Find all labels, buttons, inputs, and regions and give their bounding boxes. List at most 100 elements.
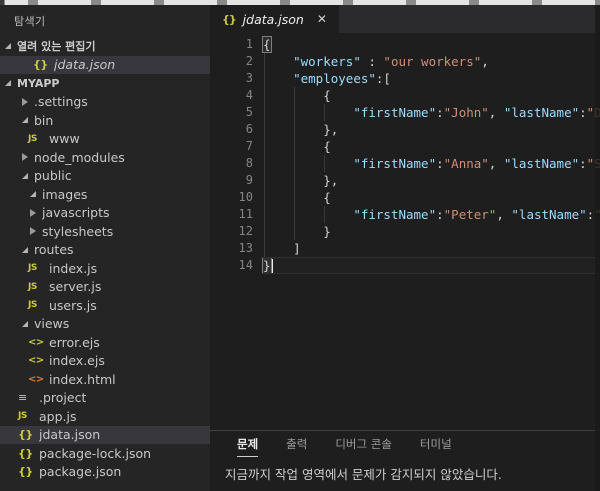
item-label: users.js: [49, 298, 97, 313]
code-token: [263, 241, 293, 256]
sidebar-item-server-js[interactable]: JSserver.js: [0, 278, 210, 297]
tab-jdata-json[interactable]: {} jdata.json ✕: [210, 5, 339, 33]
line-number[interactable]: 10: [210, 189, 263, 206]
line-number[interactable]: 11: [210, 206, 263, 223]
sidebar-folder-bin[interactable]: bin: [0, 111, 210, 130]
code-token: ,: [489, 105, 504, 120]
code-line-1[interactable]: 1{: [210, 36, 600, 53]
code-line-5[interactable]: 5 "firstName":"John", "lastName":"Doe": [210, 104, 600, 121]
sidebar-item-jdata-json[interactable]: {}jdata.json: [0, 426, 210, 445]
chevron-collapsed-icon[interactable]: [30, 227, 36, 235]
code-editor[interactable]: 1{2 "workers" : "our workers",3 "employe…: [210, 33, 600, 430]
code-line-13[interactable]: 13 ]: [210, 240, 600, 257]
item-label: www: [49, 131, 80, 146]
code-line-10[interactable]: 10 {: [210, 189, 600, 206]
sidebar-item-index-js[interactable]: JSindex.js: [0, 259, 210, 278]
line-number[interactable]: 8: [210, 155, 263, 172]
chevron-expanded-icon[interactable]: [22, 321, 28, 327]
code-token: }: [323, 224, 331, 239]
line-number[interactable]: 3: [210, 70, 263, 87]
sidebar-section-open-editors[interactable]: 열려 있는 편집기: [0, 37, 210, 56]
code-token: ,: [489, 156, 504, 171]
item-label: app.js: [39, 409, 77, 424]
item-label: index.html: [49, 372, 116, 387]
chevron-expanded-icon[interactable]: [22, 173, 28, 179]
ejs-file-icon: <>: [28, 355, 45, 366]
panel-tab-debug-console[interactable]: 디버그 콘솔: [335, 436, 392, 452]
code-line-2[interactable]: 2 "workers" : "our workers",: [210, 53, 600, 70]
chevron-collapsed-icon[interactable]: [22, 98, 28, 106]
sidebar-folder-public[interactable]: public: [0, 167, 210, 186]
sidebar-folder-images[interactable]: images: [0, 185, 210, 204]
sidebar-item-package-lock-json[interactable]: {}package-lock.json: [0, 444, 210, 463]
line-number[interactable]: 6: [210, 121, 263, 138]
js-file-icon: JS: [28, 282, 45, 292]
panel-tab-terminal[interactable]: 터미널: [420, 436, 452, 452]
problems-status-message: 지금까지 작업 영역에서 문제가 감지되지 않았습니다.: [210, 464, 600, 483]
code-token: ,: [481, 54, 489, 69]
sidebar-folder-views[interactable]: views: [0, 315, 210, 334]
sidebar-item-index-ejs[interactable]: <>index.ejs: [0, 352, 210, 371]
line-number[interactable]: 14: [210, 257, 263, 274]
close-icon[interactable]: ✕: [317, 12, 327, 26]
code-line-6[interactable]: 6 },: [210, 121, 600, 138]
sidebar-folder-routes[interactable]: routes: [0, 241, 210, 260]
sidebar-folder-settings[interactable]: .settings: [0, 93, 210, 112]
sidebar-folder-node-modules[interactable]: node_modules: [0, 148, 210, 167]
code-line-14[interactable]: 14}: [210, 257, 600, 274]
line-number[interactable]: 1: [210, 36, 263, 53]
code-token: :: [579, 105, 587, 120]
project-file-icon: ≡: [18, 391, 35, 404]
code-token: [263, 207, 353, 222]
code-token: "workers": [293, 54, 361, 69]
panel-tab-output[interactable]: 출력: [286, 436, 307, 452]
code-line-8[interactable]: 8 "firstName":"Anna", "lastName":"Smith": [210, 155, 600, 172]
line-text: },: [263, 172, 338, 189]
code-token: "employees": [293, 71, 376, 86]
code-line-3[interactable]: 3 "employees":[: [210, 70, 600, 87]
sidebar-item-users-js[interactable]: JSusers.js: [0, 296, 210, 315]
code-token: :: [436, 156, 444, 171]
line-text: "firstName":"Anna", "lastName":"Smith": [263, 155, 600, 172]
json-file-icon: {}: [18, 465, 35, 478]
code-token: :: [436, 105, 444, 120]
panel-tab-problems[interactable]: 문제: [237, 436, 258, 452]
line-number[interactable]: 7: [210, 138, 263, 155]
sidebar-item-app-js[interactable]: JSapp.js: [0, 407, 210, 426]
sidebar-item-package-json[interactable]: {}package.json: [0, 463, 210, 482]
chevron-collapsed-icon[interactable]: [22, 153, 28, 161]
chevron-expanded-icon[interactable]: [22, 117, 28, 123]
sidebar-item-error-ejs[interactable]: <>error.ejs: [0, 333, 210, 352]
code-token: "firstName": [353, 156, 436, 171]
line-number[interactable]: 2: [210, 53, 263, 70]
code-token: {: [323, 190, 331, 205]
item-label: .project: [39, 390, 86, 405]
sidebar-item-project[interactable]: ≡ .project: [0, 389, 210, 408]
code-token: ,: [496, 207, 511, 222]
chevron-expanded-icon[interactable]: [5, 43, 11, 49]
chevron-expanded-icon[interactable]: [5, 80, 11, 86]
code-line-12[interactable]: 12 }: [210, 223, 600, 240]
item-label: node_modules: [34, 150, 125, 165]
line-number[interactable]: 5: [210, 104, 263, 121]
chevron-expanded-icon[interactable]: [22, 247, 28, 253]
sidebar-folder-javascripts[interactable]: javascripts: [0, 204, 210, 223]
code-token: [263, 105, 353, 120]
item-label: MYAPP: [17, 77, 60, 90]
sidebar-item-index-html[interactable]: <>index.html: [0, 370, 210, 389]
code-line-11[interactable]: 11 "firstName":"Peter", "lastName":"Jone…: [210, 206, 600, 223]
line-number[interactable]: 13: [210, 240, 263, 257]
text-cursor: [271, 259, 273, 273]
code-line-4[interactable]: 4 {: [210, 87, 600, 104]
code-line-7[interactable]: 7 {: [210, 138, 600, 155]
line-number[interactable]: 9: [210, 172, 263, 189]
sidebar-folder-stylesheets[interactable]: stylesheets: [0, 222, 210, 241]
sidebar-section-myapp[interactable]: MYAPP: [0, 74, 210, 93]
code-line-9[interactable]: 9 },: [210, 172, 600, 189]
open-editor-item-jdata-json[interactable]: {}jdata.json: [0, 56, 210, 75]
line-number[interactable]: 12: [210, 223, 263, 240]
line-number[interactable]: 4: [210, 87, 263, 104]
chevron-expanded-icon[interactable]: [30, 191, 36, 197]
sidebar-item-www[interactable]: JSwww: [0, 130, 210, 149]
chevron-collapsed-icon[interactable]: [30, 209, 36, 217]
